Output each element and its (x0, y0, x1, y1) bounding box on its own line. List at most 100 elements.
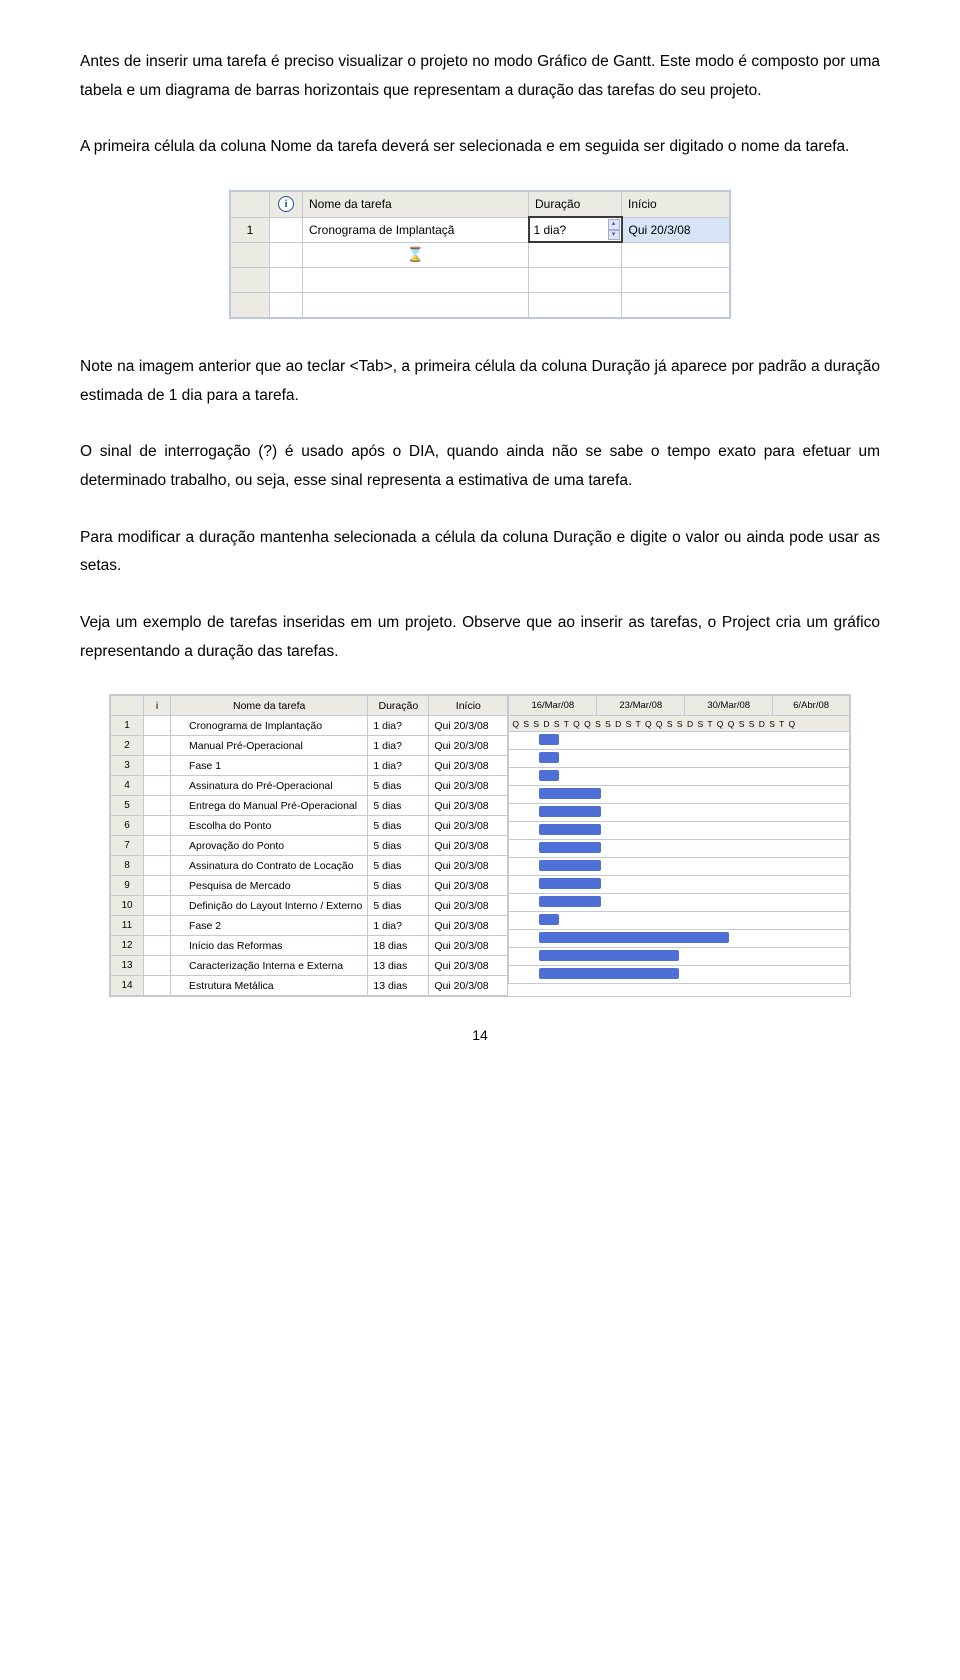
task-start[interactable]: Qui 20/3/08 (429, 956, 508, 976)
chevron-up-icon[interactable]: ▴ (608, 219, 620, 230)
row-info-cell (144, 756, 171, 776)
task-duration[interactable]: 1 dia? (368, 716, 429, 736)
task-start[interactable]: Qui 20/3/08 (429, 916, 508, 936)
task-start[interactable]: Qui 20/3/08 (429, 736, 508, 756)
task-name[interactable]: Início das Reformas (171, 936, 368, 956)
task-start[interactable]: Qui 20/3/08 (429, 836, 508, 856)
gantt-bar[interactable] (539, 752, 559, 763)
gantt-bar[interactable] (539, 806, 601, 817)
gantt-bar[interactable] (539, 914, 559, 925)
chevron-down-icon[interactable]: ▾ (608, 230, 620, 241)
task-start[interactable]: Qui 20/3/08 (429, 776, 508, 796)
table-row: 5Entrega do Manual Pré-Operacional5 dias… (111, 796, 508, 816)
task-duration[interactable]: 5 dias (368, 796, 429, 816)
task-name[interactable]: Aprovação do Ponto (171, 836, 368, 856)
row-info-cell (144, 876, 171, 896)
gantt-bar[interactable] (539, 788, 601, 799)
gantt-row (509, 732, 850, 750)
task-duration[interactable]: 5 dias (368, 876, 429, 896)
table-row: 8Assinatura do Contrato de Locação5 dias… (111, 856, 508, 876)
task-duration[interactable]: 1 dia? (368, 736, 429, 756)
task-start[interactable]: Qui 20/3/08 (429, 816, 508, 836)
column-duration: Duração (529, 192, 622, 218)
row-number: 1 (231, 217, 270, 242)
gantt-bar[interactable] (539, 968, 679, 979)
task-duration[interactable]: 5 dias (368, 856, 429, 876)
task-start[interactable]: Qui 20/3/08 (429, 756, 508, 776)
table-row: 14Estrutura Metálica13 diasQui 20/3/08 (111, 976, 508, 996)
screenshot-gantt-full: i Nome da tarefa Duração Início 1Cronogr… (109, 694, 851, 997)
duration-cell-editing[interactable]: 1 dia? ▴ ▾ (529, 217, 622, 242)
task-name[interactable]: Fase 1 (171, 756, 368, 776)
task-duration[interactable]: 5 dias (368, 896, 429, 916)
row-number: 3 (111, 756, 144, 776)
task-name[interactable]: Definição do Layout Interno / Externo (171, 896, 368, 916)
task-name[interactable]: Pesquisa de Mercado (171, 876, 368, 896)
gantt-row (509, 768, 850, 786)
task-start[interactable]: Qui 20/3/08 (429, 896, 508, 916)
task-name[interactable]: Escolha do Ponto (171, 816, 368, 836)
gantt-row (509, 822, 850, 840)
row-number: 9 (111, 876, 144, 896)
gantt-week: 6/Abr/08 (773, 696, 850, 716)
hourglass-icon: ⌛ (303, 242, 529, 268)
gantt-row (509, 894, 850, 912)
row-info-cell (144, 956, 171, 976)
task-duration[interactable]: 1 dia? (368, 756, 429, 776)
gantt-row (509, 804, 850, 822)
table-row: 7Aprovação do Ponto5 diasQui 20/3/08 (111, 836, 508, 856)
task-duration[interactable]: 13 dias (368, 956, 429, 976)
task-name[interactable]: Estrutura Metálica (171, 976, 368, 996)
task-duration[interactable]: 5 dias (368, 776, 429, 796)
row-number: 1 (111, 716, 144, 736)
table-row: 3 Fase 11 dia?Qui 20/3/08 (111, 756, 508, 776)
start-date-cell[interactable]: Qui 20/3/08 (622, 217, 730, 242)
info-icon: i (278, 196, 294, 212)
row-number: 11 (111, 916, 144, 936)
task-name-cell[interactable]: Cronograma de Implantaçã (303, 217, 529, 242)
spinner-control[interactable]: ▴ ▾ (608, 219, 620, 240)
gantt-week: 30/Mar/08 (685, 696, 773, 716)
gantt-bar[interactable] (539, 824, 601, 835)
row-number: 12 (111, 936, 144, 956)
task-duration[interactable]: 18 dias (368, 936, 429, 956)
task-name[interactable]: Assinatura do Contrato de Locação (171, 856, 368, 876)
row-info-cell (144, 816, 171, 836)
gantt-bar[interactable] (539, 932, 729, 943)
task-name[interactable]: Cronograma de Implantação (171, 716, 368, 736)
task-duration[interactable]: 5 dias (368, 836, 429, 856)
gantt-bar[interactable] (539, 842, 601, 853)
gantt-bar[interactable] (539, 860, 601, 871)
empty-row: ⌛ (231, 242, 730, 268)
empty-row (231, 293, 730, 318)
task-duration[interactable]: 13 dias (368, 976, 429, 996)
row-info-cell (144, 736, 171, 756)
gantt-bar[interactable] (539, 896, 601, 907)
task-name[interactable]: Caracterização Interna e Externa (171, 956, 368, 976)
gantt-bar[interactable] (539, 878, 601, 889)
task-start[interactable]: Qui 20/3/08 (429, 716, 508, 736)
task-duration[interactable]: 1 dia? (368, 916, 429, 936)
task-name[interactable]: Entrega do Manual Pré-Operacional (171, 796, 368, 816)
paragraph-2: A primeira célula da coluna Nome da tare… (80, 133, 880, 162)
task-name[interactable]: Manual Pré-Operacional (171, 736, 368, 756)
task-list-pane: i Nome da tarefa Duração Início 1Cronogr… (110, 695, 508, 996)
gantt-bar[interactable] (539, 950, 679, 961)
gantt-bar[interactable] (539, 770, 559, 781)
paragraph-6: Veja um exemplo de tarefas inseridas em … (80, 609, 880, 666)
gantt-row (509, 930, 850, 948)
task-start[interactable]: Qui 20/3/08 (429, 796, 508, 816)
gantt-bar[interactable] (539, 734, 559, 745)
table-row: 2Manual Pré-Operacional1 dia?Qui 20/3/08 (111, 736, 508, 756)
table-row: 10Definição do Layout Interno / Externo5… (111, 896, 508, 916)
task-name[interactable]: Fase 2 (171, 916, 368, 936)
task-duration[interactable]: 5 dias (368, 816, 429, 836)
task-start[interactable]: Qui 20/3/08 (429, 936, 508, 956)
gantt-row (509, 786, 850, 804)
col-name: Nome da tarefa (171, 696, 368, 716)
task-start[interactable]: Qui 20/3/08 (429, 856, 508, 876)
gantt-row (509, 858, 850, 876)
task-start[interactable]: Qui 20/3/08 (429, 876, 508, 896)
task-start[interactable]: Qui 20/3/08 (429, 976, 508, 996)
task-name[interactable]: Assinatura do Pré-Operacional (171, 776, 368, 796)
